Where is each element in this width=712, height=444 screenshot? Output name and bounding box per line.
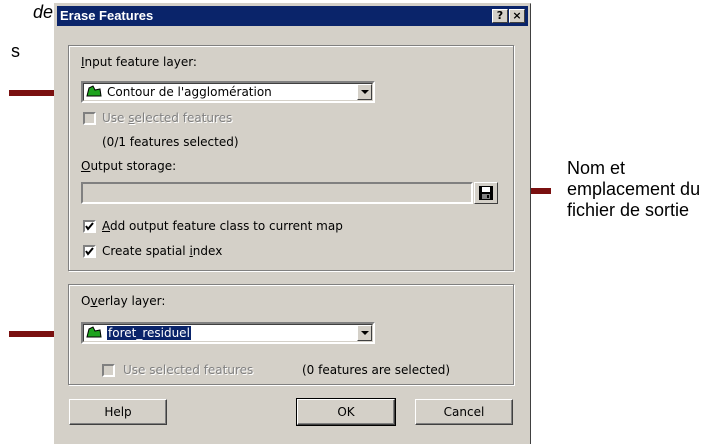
- overlay-layer-label: Overlay layer:: [81, 294, 166, 308]
- annotation-fragment-top: de: [32, 2, 53, 22]
- polygon-layer-icon: [86, 85, 102, 97]
- overlay-use-selected-checkbox[interactable]: [102, 364, 115, 377]
- overlay-selected-count-text: (0 features are selected): [302, 363, 451, 377]
- polygon-layer-icon: [86, 326, 102, 338]
- output-annotation-note: Nom et emplacement du fichier de sortie: [567, 158, 701, 220]
- use-selected-features-label: Use selected features: [102, 111, 233, 125]
- output-storage-label: Output storage:: [81, 159, 177, 173]
- output-storage-field[interactable]: [81, 182, 473, 204]
- title-bar[interactable]: Erase Features ? ×: [57, 6, 528, 26]
- check-icon: [85, 222, 94, 231]
- chevron-down-icon[interactable]: [357, 325, 372, 341]
- help-button[interactable]: Help: [69, 399, 167, 425]
- create-spatial-index-checkbox[interactable]: [83, 245, 96, 258]
- check-icon: [85, 247, 94, 256]
- help-title-button[interactable]: ?: [492, 9, 508, 23]
- erase-features-dialog: Erase Features ? × Input feature layer: …: [54, 3, 531, 444]
- close-button[interactable]: ×: [509, 9, 525, 23]
- cancel-button[interactable]: Cancel: [415, 399, 513, 425]
- overlay-use-selected-label: Use selected features: [123, 363, 254, 377]
- input-feature-layer-label: Input feature layer:: [81, 55, 197, 69]
- input-group-box: [68, 45, 514, 271]
- overlay-layer-value: foret_residuel: [106, 325, 192, 341]
- input-feature-layer-dropdown[interactable]: Contour de l'agglomération: [81, 81, 375, 103]
- annotation-fragment-second: s: [11, 41, 20, 61]
- input-feature-layer-value: Contour de l'agglomération: [107, 85, 272, 99]
- use-selected-features-checkbox[interactable]: [83, 112, 96, 125]
- add-output-label: Add output feature class to current map: [102, 219, 343, 233]
- save-output-button[interactable]: [474, 182, 498, 204]
- selected-count-text: (0/1 features selected): [102, 135, 239, 149]
- add-output-checkbox[interactable]: [83, 220, 96, 233]
- overlay-layer-dropdown[interactable]: foret_residuel: [81, 322, 375, 344]
- floppy-disk-icon: [479, 186, 493, 200]
- ok-button[interactable]: OK: [296, 398, 396, 426]
- dialog-title: Erase Features: [60, 8, 154, 23]
- create-spatial-index-label: Create spatial index: [102, 244, 223, 258]
- chevron-down-icon[interactable]: [357, 84, 372, 100]
